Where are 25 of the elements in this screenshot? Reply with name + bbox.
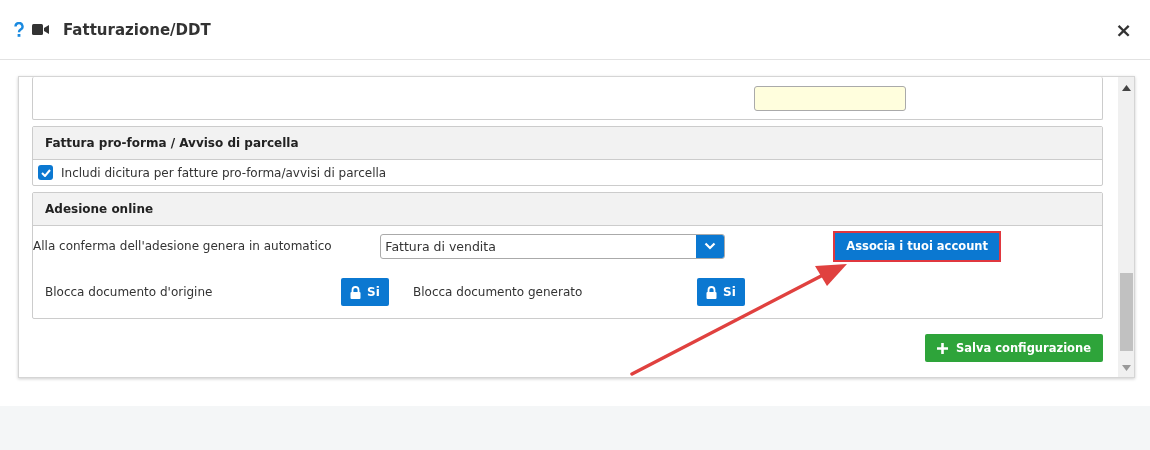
associate-accounts-button[interactable]: Associa i tuoi account	[835, 232, 999, 260]
lock-icon	[706, 285, 718, 299]
checkbox-label: Includi dicitura per fatture pro-forma/avvisi di parcella	[61, 165, 387, 180]
section-title: Fattura pro-forma / Avviso di parcella	[33, 127, 1102, 160]
lock-toggle-button[interactable]: Si	[341, 278, 389, 306]
scroll-up-icon[interactable]	[1121, 85, 1131, 91]
dropdown-field[interactable]: Fattura di vendita	[380, 233, 726, 259]
lock-icon	[350, 285, 362, 299]
scroll-down-icon[interactable]	[1121, 365, 1131, 371]
window-title: Fatturazione/DDT	[63, 20, 212, 39]
close-button[interactable]: ×	[1111, 17, 1136, 42]
help-icon[interactable]	[14, 22, 24, 37]
section-title: Adesione online	[33, 193, 1102, 226]
scrollbar-thumb[interactable]	[1119, 273, 1133, 351]
input-field[interactable]	[754, 85, 906, 111]
field-label: Alla conferma dell'adesione genera in automatico	[33, 239, 332, 253]
field-label: Blocca documento generato	[412, 285, 584, 299]
lock-toggle-button[interactable]: Si	[697, 278, 745, 306]
video-camera-icon[interactable]	[32, 24, 49, 35]
plus-icon	[936, 342, 948, 354]
checkbox[interactable]	[38, 165, 53, 180]
dropdown-value: Fattura di vendita	[384, 237, 497, 256]
chevron-down-icon	[704, 242, 717, 250]
field-label: Blocca documento d'origine	[44, 285, 214, 299]
save-button[interactable]: Salva configurazione	[924, 334, 1103, 362]
